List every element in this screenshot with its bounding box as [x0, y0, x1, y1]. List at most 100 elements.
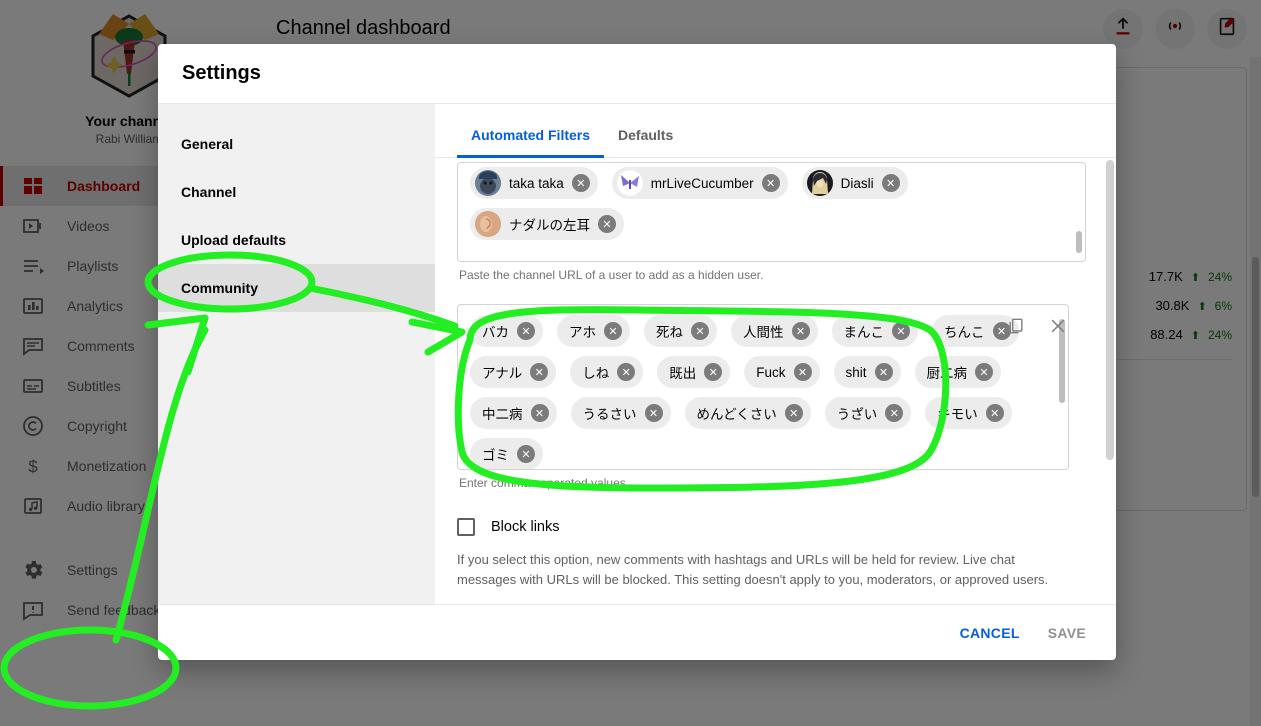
- avatar: [616, 170, 643, 196]
- screen: Your channel Rabi William Dashboard Vide…: [0, 0, 1261, 726]
- chip-label: 既出: [669, 366, 697, 381]
- chip-label: Diasli: [840, 175, 874, 191]
- chip-label: taka taka: [509, 175, 564, 191]
- blocked-words-chips: バカ ✕ アホ ✕ 死ね ✕ 人間性 ✕ まんこ ✕ ちんこ ✕ アナル ✕ しね ✕ 既出 ✕ …: [458, 305, 1068, 469]
- hidden-users-helper: Paste the channel URL of a user to add a…: [459, 268, 764, 282]
- pane-scroll-area: taka taka ✕ mrLiveCucumber ✕ Diasli ✕ ナダ…: [435, 158, 1116, 604]
- blocked-word-chip[interactable]: しね ✕: [570, 356, 644, 388]
- blocked-word-chip[interactable]: 人間性 ✕: [731, 315, 818, 347]
- chip-label: Fuck: [756, 364, 786, 380]
- close-icon[interactable]: ✕: [604, 322, 622, 340]
- hidden-user-chip[interactable]: Diasli ✕: [801, 167, 908, 199]
- close-icon[interactable]: ✕: [885, 404, 904, 422]
- tab-label: Defaults: [618, 127, 674, 143]
- settings-dialog: Settings General Channel Upload defaults…: [158, 44, 1116, 660]
- close-icon[interactable]: ✕: [691, 322, 709, 340]
- close-icon[interactable]: ✕: [892, 322, 910, 340]
- close-icon[interactable]: ✕: [617, 363, 636, 381]
- hidden-users-box[interactable]: taka taka ✕ mrLiveCucumber ✕ Diasli ✕ ナダ…: [457, 162, 1086, 262]
- close-icon[interactable]: ✕: [598, 215, 616, 233]
- close-icon[interactable]: ✕: [791, 322, 810, 340]
- settings-nav-label: Channel: [181, 184, 237, 200]
- close-icon[interactable]: ✕: [517, 445, 535, 463]
- close-icon[interactable]: ✕: [530, 363, 549, 381]
- hidden-user-chip[interactable]: ナダルの左耳 ✕: [470, 208, 624, 240]
- chip-label: 人間性: [743, 325, 784, 340]
- avatar: [806, 170, 833, 196]
- hidden-user-chip[interactable]: taka taka ✕: [470, 167, 598, 199]
- chip-label: まんこ: [843, 325, 885, 340]
- close-icon[interactable]: ✕: [517, 322, 535, 340]
- blocked-words-wrapper: バカ ✕ アホ ✕ 死ね ✕ 人間性 ✕ まんこ ✕ ちんこ ✕ アナル ✕ しね ✕ 既出 ✕ …: [457, 304, 1086, 470]
- close-icon[interactable]: ✕: [975, 363, 994, 381]
- avatar: [475, 170, 501, 196]
- blocked-word-chip[interactable]: アナル ✕: [470, 356, 557, 388]
- close-icon[interactable]: ✕: [881, 174, 900, 192]
- blocked-word-chip[interactable]: 厨二病 ✕: [914, 356, 1002, 388]
- close-icon[interactable]: ✕: [530, 404, 549, 422]
- blocked-word-chip[interactable]: 中二病 ✕: [470, 397, 557, 429]
- close-icon[interactable]: ✕: [761, 174, 780, 192]
- blocked-word-chip[interactable]: まんこ ✕: [831, 315, 918, 347]
- chip-label: 厨二病: [926, 366, 968, 381]
- chip-label: shit: [845, 364, 867, 380]
- tab-defaults[interactable]: Defaults: [604, 127, 687, 157]
- blocked-words-actions: [1004, 314, 1070, 338]
- copy-icon[interactable]: [1004, 314, 1028, 338]
- chip-label: 死ね: [656, 325, 683, 340]
- block-links-row[interactable]: Block links: [457, 518, 1086, 536]
- block-links-description: If you select this option, new comments …: [457, 552, 1049, 587]
- blocked-word-chip[interactable]: 死ね ✕: [644, 315, 717, 347]
- block-links-label: Block links: [491, 519, 560, 535]
- blocked-word-chip[interactable]: ゴミ ✕: [470, 438, 543, 469]
- settings-nav-label: Community: [181, 280, 258, 296]
- chip-label: めんどくさい: [696, 407, 777, 422]
- block-links-checkbox[interactable]: [457, 518, 475, 536]
- blocked-word-chip[interactable]: アホ ✕: [557, 315, 630, 347]
- close-icon[interactable]: ✕: [644, 404, 663, 422]
- chip-label: うざい: [836, 407, 878, 422]
- dialog-header: Settings: [158, 44, 1116, 104]
- blocked-word-chip[interactable]: めんどくさい ✕: [684, 397, 811, 429]
- tab-automated-filters[interactable]: Automated Filters: [457, 127, 605, 158]
- blocked-words-helper: Enter comma-separated values: [459, 476, 626, 490]
- chip-label: mrLiveCucumber: [650, 175, 754, 191]
- blocked-word-chip[interactable]: バカ ✕: [470, 315, 543, 347]
- settings-tabs: Automated Filters Defaults: [435, 104, 1116, 158]
- dialog-scrollbar[interactable]: [1106, 160, 1114, 604]
- dialog-title: Settings: [182, 62, 261, 84]
- hidden-users-scrollbar[interactable]: [1076, 169, 1082, 255]
- hidden-user-chip[interactable]: mrLiveCucumber ✕: [611, 167, 788, 199]
- chip-label: 中二病: [482, 407, 523, 422]
- cancel-button[interactable]: CANCEL: [960, 625, 1020, 641]
- blocked-word-chip[interactable]: 既出 ✕: [657, 356, 731, 388]
- close-icon[interactable]: ✕: [793, 363, 812, 381]
- chip-label: ナダルの左耳: [509, 218, 590, 233]
- blocked-words-box[interactable]: バカ ✕ アホ ✕ 死ね ✕ 人間性 ✕ まんこ ✕ ちんこ ✕ アナル ✕ しね ✕ 既出 ✕ …: [457, 304, 1069, 470]
- close-icon[interactable]: [1046, 314, 1070, 338]
- blocked-word-chip[interactable]: キモい ✕: [925, 397, 1012, 429]
- close-icon[interactable]: ✕: [985, 404, 1004, 422]
- settings-nav-label: General: [181, 136, 234, 152]
- settings-nav-community[interactable]: Community: [158, 264, 435, 312]
- dialog-footer: CANCEL SAVE: [158, 604, 1116, 660]
- chip-label: しね: [582, 366, 610, 381]
- dialog-body: General Channel Upload defaults Communit…: [158, 104, 1116, 604]
- close-icon[interactable]: ✕: [784, 404, 803, 422]
- hidden-users-chips: taka taka ✕ mrLiveCucumber ✕ Diasli ✕ ナダ…: [458, 163, 1085, 248]
- scrollbar-thumb[interactable]: [1106, 160, 1114, 460]
- chip-label: キモい: [937, 407, 978, 422]
- settings-nav-channel[interactable]: Channel: [158, 168, 435, 216]
- settings-nav-general[interactable]: General: [158, 120, 435, 168]
- blocked-word-chip[interactable]: うざい ✕: [824, 397, 912, 429]
- blocked-word-chip[interactable]: shit ✕: [833, 356, 901, 388]
- blocked-word-chip[interactable]: Fuck ✕: [744, 356, 820, 388]
- close-icon[interactable]: ✕: [704, 363, 723, 381]
- close-icon[interactable]: ✕: [874, 363, 893, 381]
- settings-pane: Automated Filters Defaults taka taka ✕ m…: [435, 104, 1116, 604]
- blocked-word-chip[interactable]: うるさい ✕: [570, 397, 671, 429]
- close-icon[interactable]: ✕: [571, 174, 590, 192]
- save-button[interactable]: SAVE: [1048, 625, 1086, 641]
- settings-nav-upload-defaults[interactable]: Upload defaults: [158, 216, 435, 264]
- scrollbar-thumb[interactable]: [1076, 231, 1082, 253]
